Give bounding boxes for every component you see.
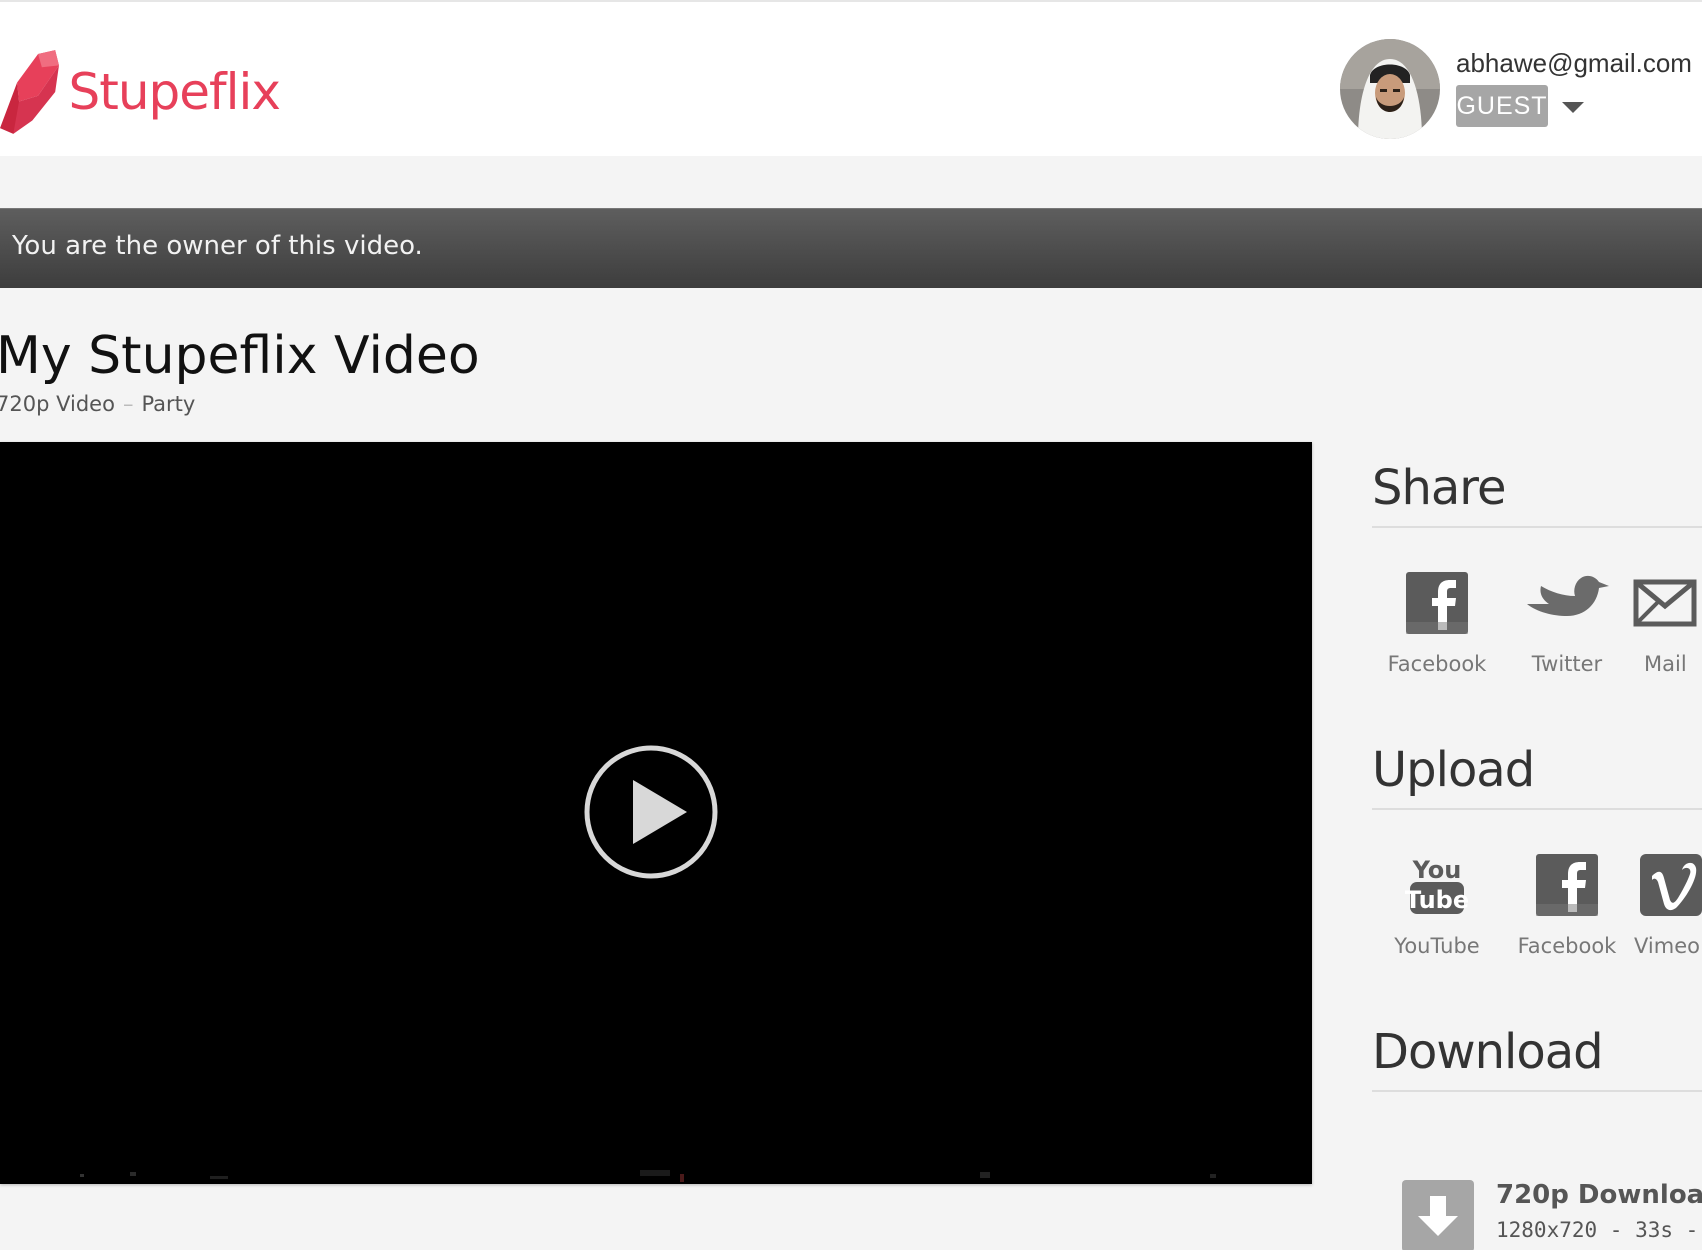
- download-title: Download: [1372, 1024, 1604, 1080]
- video-title: My Stupeflix Video: [0, 326, 480, 386]
- brand-name: Stupeflix: [68, 63, 281, 121]
- download-button[interactable]: [1402, 1180, 1474, 1250]
- youtube-icon: You Tube: [1405, 856, 1469, 914]
- chevron-down-icon[interactable]: [1562, 102, 1584, 113]
- share-mail-button[interactable]: Mail: [1632, 570, 1702, 676]
- download-divider: [1372, 1090, 1702, 1092]
- stupeflix-ribbon-icon: [0, 50, 59, 134]
- page: Stupeflix abhawe@gmail.com GUEST You are…: [0, 0, 1702, 1250]
- avatar[interactable]: [1340, 39, 1440, 139]
- svg-text:Tube: Tube: [1405, 886, 1469, 914]
- owner-notice-text: You are the owner of this video.: [12, 231, 423, 261]
- upload-youtube-button[interactable]: You Tube YouTube: [1372, 852, 1502, 958]
- video-theme[interactable]: Party: [141, 392, 195, 416]
- guest-badge: GUEST: [1456, 85, 1548, 127]
- video-quality: 720p Video: [0, 392, 115, 416]
- video-frame-noise: [80, 1170, 1216, 1182]
- share-mail-label: Mail: [1644, 652, 1687, 676]
- upload-facebook-button[interactable]: Facebook: [1502, 852, 1632, 958]
- upload-facebook-label: Facebook: [1517, 934, 1617, 958]
- top-header: Stupeflix abhawe@gmail.com GUEST: [0, 0, 1702, 156]
- avatar-photo: [1340, 39, 1440, 139]
- upload-divider: [1372, 808, 1702, 810]
- video-player[interactable]: [0, 442, 1312, 1184]
- vimeo-icon: [1640, 854, 1702, 916]
- download-arrow-icon: [1418, 1196, 1458, 1236]
- facebook-icon: [1536, 854, 1598, 916]
- twitter-icon: [1527, 575, 1609, 616]
- upload-title: Upload: [1372, 742, 1535, 798]
- play-icon[interactable]: [583, 744, 719, 880]
- share-facebook-button[interactable]: Facebook: [1372, 570, 1502, 676]
- download-720p-title: 720p Download: [1496, 1180, 1702, 1210]
- share-title: Share: [1372, 460, 1507, 516]
- share-twitter-label: Twitter: [1531, 652, 1603, 676]
- share-facebook-label: Facebook: [1387, 652, 1487, 676]
- share-divider: [1372, 526, 1702, 528]
- meta-separator: –: [122, 392, 134, 416]
- owner-notice-bar: You are the owner of this video.: [0, 208, 1702, 288]
- video-meta: 720p Video – Party: [0, 392, 195, 416]
- facebook-icon: [1406, 572, 1468, 634]
- download-720p-item[interactable]: 720p Download 1280x720 - 33s - 2.: [1402, 1180, 1702, 1250]
- user-email: abhawe@gmail.com: [1456, 48, 1692, 78]
- share-twitter-button[interactable]: Twitter: [1502, 570, 1632, 676]
- upload-vimeo-label: Vimeo: [1634, 934, 1700, 958]
- download-720p-details: 1280x720 - 33s - 2.: [1496, 1218, 1702, 1242]
- upload-youtube-label: YouTube: [1394, 934, 1480, 958]
- svg-text:You: You: [1412, 856, 1462, 884]
- upload-vimeo-button[interactable]: Vimeo: [1632, 852, 1702, 958]
- mail-icon: [1633, 579, 1697, 627]
- stupeflix-logo[interactable]: Stupeflix: [0, 42, 281, 142]
